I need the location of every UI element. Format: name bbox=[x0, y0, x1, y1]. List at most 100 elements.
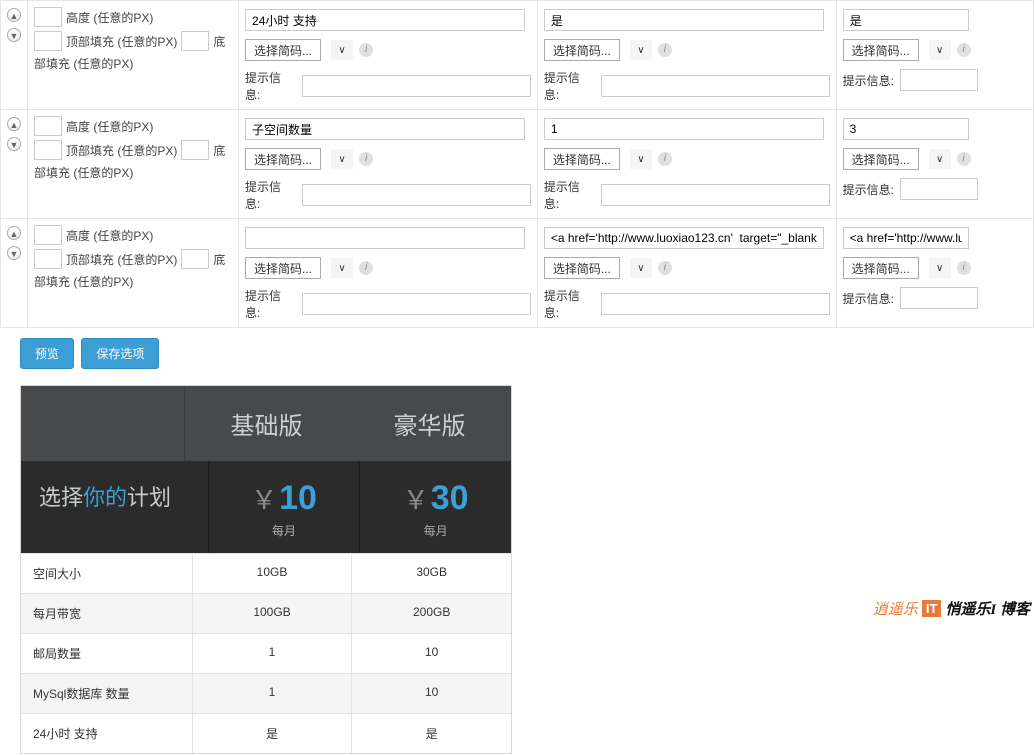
bottom-suffix: 底 bbox=[213, 33, 225, 50]
shortcode-select[interactable]: 选择简码... bbox=[245, 148, 321, 170]
hint-input[interactable] bbox=[302, 75, 531, 97]
shortcode-select[interactable]: 选择简码... bbox=[544, 148, 620, 170]
chevron-down-icon[interactable]: ∨ bbox=[630, 149, 652, 169]
shortcode-select-label: 选择简码... bbox=[246, 151, 320, 168]
top-pad-input-2[interactable] bbox=[181, 249, 209, 269]
preview-button[interactable]: 预览 bbox=[20, 338, 74, 369]
hint-input[interactable] bbox=[302, 184, 531, 206]
info-icon: i bbox=[658, 152, 672, 166]
hint-label: 提示信息: bbox=[544, 178, 595, 212]
top-pad-input[interactable] bbox=[34, 140, 62, 160]
shortcode-select[interactable]: 选择简码... bbox=[544, 257, 620, 279]
hint-input[interactable] bbox=[601, 75, 830, 97]
info-icon: i bbox=[658, 43, 672, 57]
side-pad-label: 部填充 (任意的PX) bbox=[34, 164, 133, 181]
hint-label: 提示信息: bbox=[245, 287, 296, 321]
content-input[interactable] bbox=[544, 9, 824, 31]
info-icon: i bbox=[658, 261, 672, 275]
shortcode-select[interactable]: 选择简码... bbox=[245, 257, 321, 279]
height-input[interactable] bbox=[34, 7, 62, 27]
feature-label: 邮局数量 bbox=[21, 634, 193, 673]
shortcode-select[interactable]: 选择简码... bbox=[544, 39, 620, 61]
move-up-icon[interactable]: ▲ bbox=[7, 8, 21, 22]
top-pad-label: 顶部填充 (任意的PX) bbox=[66, 251, 177, 268]
choose-plan-title: 选择你的计划 bbox=[21, 461, 209, 553]
info-icon: i bbox=[957, 152, 971, 166]
shortcode-select[interactable]: 选择简码... bbox=[843, 148, 919, 170]
top-pad-input[interactable] bbox=[34, 249, 62, 269]
config-table: ▲ ▼ 高度 (任意的PX) 顶部填充 (任意的PX) 底 部填充 (任意的PX… bbox=[0, 0, 1034, 328]
feature-value-deluxe: 30GB bbox=[352, 554, 511, 593]
side-pad-label: 部填充 (任意的PX) bbox=[34, 55, 133, 72]
bottom-suffix: 底 bbox=[213, 142, 225, 159]
shortcode-select[interactable]: 选择简码... bbox=[843, 257, 919, 279]
hint-input[interactable] bbox=[900, 178, 978, 200]
price-basic: ￥10 每月 bbox=[209, 461, 361, 553]
hint-input[interactable] bbox=[601, 184, 830, 206]
shortcode-select-label: 选择简码... bbox=[246, 42, 320, 59]
top-pad-label: 顶部填充 (任意的PX) bbox=[66, 33, 177, 50]
top-pad-input-2[interactable] bbox=[181, 140, 209, 160]
height-label: 高度 (任意的PX) bbox=[66, 118, 153, 135]
chevron-down-icon[interactable]: ∨ bbox=[331, 258, 353, 278]
info-icon: i bbox=[359, 152, 373, 166]
feature-value-basic: 100GB bbox=[193, 594, 353, 633]
feature-value-deluxe: 是 bbox=[352, 714, 511, 753]
bottom-suffix: 底 bbox=[213, 251, 225, 268]
move-down-icon[interactable]: ▼ bbox=[7, 28, 21, 42]
info-icon: i bbox=[957, 43, 971, 57]
chevron-down-icon[interactable]: ∨ bbox=[929, 149, 951, 169]
height-input[interactable] bbox=[34, 225, 62, 245]
height-label: 高度 (任意的PX) bbox=[66, 9, 153, 26]
chevron-down-icon[interactable]: ∨ bbox=[929, 258, 951, 278]
content-input[interactable] bbox=[245, 227, 525, 249]
content-input[interactable] bbox=[245, 9, 525, 31]
side-pad-label: 部填充 (任意的PX) bbox=[34, 273, 133, 290]
feature-value-basic: 1 bbox=[193, 674, 353, 713]
watermark: 逍遥乐 IT 悄遥乐I 博客 bbox=[873, 598, 1030, 619]
feature-value-basic: 是 bbox=[193, 714, 353, 753]
feature-value-deluxe: 200GB bbox=[352, 594, 511, 633]
price-deluxe: ￥30 每月 bbox=[360, 461, 511, 553]
height-input[interactable] bbox=[34, 116, 62, 136]
shortcode-select-label: 选择简码... bbox=[844, 151, 918, 168]
hint-input[interactable] bbox=[900, 287, 978, 309]
chevron-down-icon[interactable]: ∨ bbox=[331, 40, 353, 60]
move-down-icon[interactable]: ▼ bbox=[7, 246, 21, 260]
feature-label: MySql数据库 数量 bbox=[21, 674, 193, 713]
hint-label: 提示信息: bbox=[843, 72, 894, 89]
shortcode-select-label: 选择简码... bbox=[545, 42, 619, 59]
content-input[interactable] bbox=[843, 227, 969, 249]
shortcode-select-label: 选择简码... bbox=[246, 260, 320, 277]
top-pad-input[interactable] bbox=[34, 31, 62, 51]
content-input[interactable] bbox=[843, 9, 969, 31]
feature-value-deluxe: 10 bbox=[352, 674, 511, 713]
hint-input[interactable] bbox=[601, 293, 830, 315]
info-icon: i bbox=[359, 261, 373, 275]
shortcode-select[interactable]: 选择简码... bbox=[245, 39, 321, 61]
content-input[interactable] bbox=[544, 118, 824, 140]
move-down-icon[interactable]: ▼ bbox=[7, 137, 21, 151]
hint-input[interactable] bbox=[302, 293, 531, 315]
chevron-down-icon[interactable]: ∨ bbox=[929, 40, 951, 60]
chevron-down-icon[interactable]: ∨ bbox=[630, 40, 652, 60]
hint-input[interactable] bbox=[900, 69, 978, 91]
move-up-icon[interactable]: ▲ bbox=[7, 226, 21, 240]
top-pad-input-2[interactable] bbox=[181, 31, 209, 51]
hint-label: 提示信息: bbox=[544, 69, 595, 103]
feature-value-basic: 10GB bbox=[193, 554, 353, 593]
feature-label: 24小时 支持 bbox=[21, 714, 193, 753]
hint-label: 提示信息: bbox=[843, 290, 894, 307]
shortcode-select[interactable]: 选择简码... bbox=[843, 39, 919, 61]
move-up-icon[interactable]: ▲ bbox=[7, 117, 21, 131]
info-icon: i bbox=[359, 43, 373, 57]
feature-value-deluxe: 10 bbox=[352, 634, 511, 673]
content-input[interactable] bbox=[245, 118, 525, 140]
feature-value-basic: 1 bbox=[193, 634, 353, 673]
content-input[interactable] bbox=[544, 227, 824, 249]
chevron-down-icon[interactable]: ∨ bbox=[331, 149, 353, 169]
content-input[interactable] bbox=[843, 118, 969, 140]
chevron-down-icon[interactable]: ∨ bbox=[630, 258, 652, 278]
save-button[interactable]: 保存选项 bbox=[81, 338, 159, 369]
hint-label: 提示信息: bbox=[843, 181, 894, 198]
